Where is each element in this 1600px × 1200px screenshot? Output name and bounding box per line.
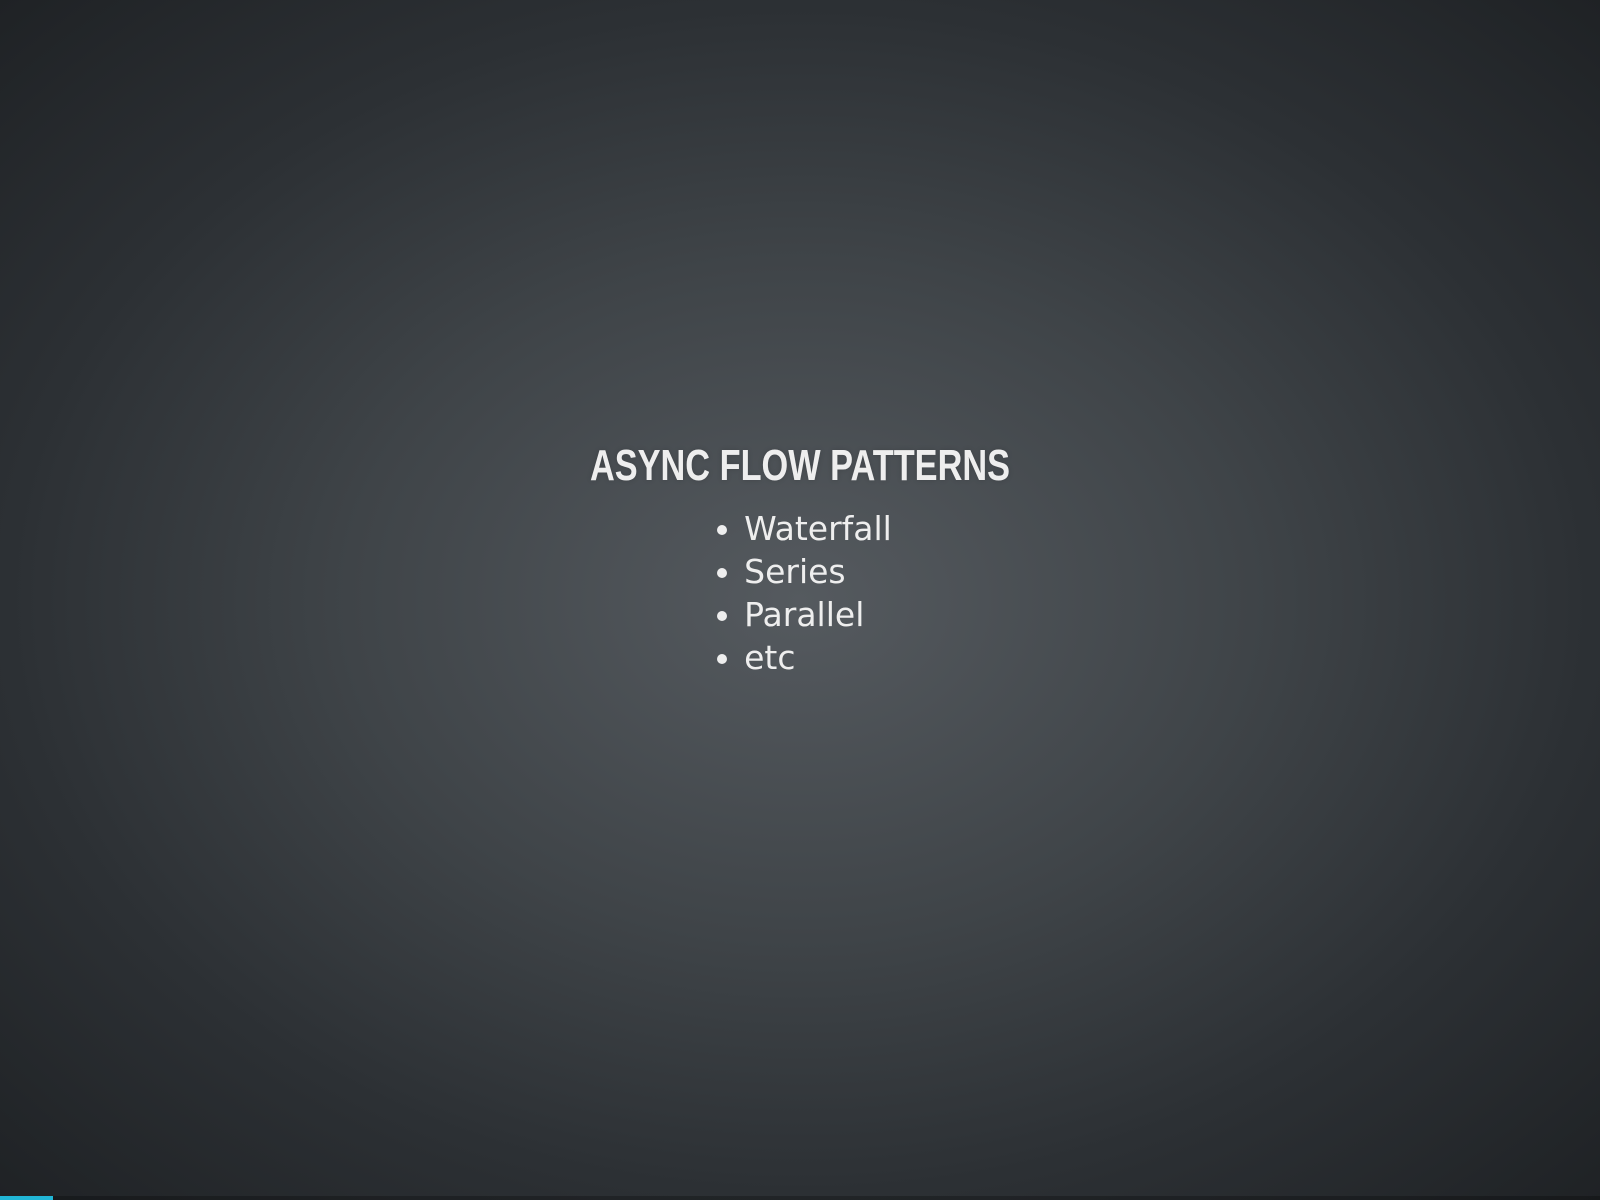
list-item: Waterfall [744,507,892,550]
list-item: Parallel [744,593,892,636]
bullet-list: Waterfall Series Parallel etc [708,507,892,679]
slide-progress-bar [0,1196,1600,1200]
slide-title: ASYNC FLOW PATTERNS [589,441,1011,490]
slide: ASYNC FLOW PATTERNS Waterfall Series Par… [0,440,1600,679]
list-item: Series [744,550,892,593]
slide-progress-fill [0,1196,53,1200]
list-item: etc [744,636,892,679]
